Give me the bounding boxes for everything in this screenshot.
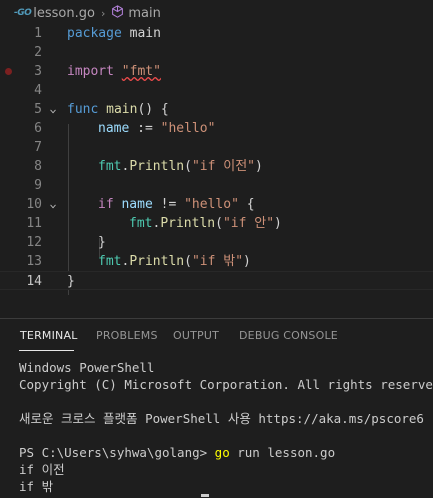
code-line: 11 fmt.Println("if 안") (0, 214, 433, 233)
code-token: () { (137, 102, 169, 117)
line-number: 9 (34, 178, 42, 193)
code-token: "if 밖" (191, 254, 244, 269)
code-line-current: 14 } (0, 271, 433, 290)
code-token: ) (243, 254, 251, 269)
function-cube-icon (111, 4, 124, 22)
code-token: name (98, 121, 130, 136)
code-line: 5 ⌄ func main() { (0, 100, 433, 119)
line-number: 1 (34, 26, 42, 41)
terminal-output[interactable]: Windows PowerShell Copyright (C) Microso… (19, 359, 433, 495)
line-number: 10 (26, 197, 42, 212)
code-token: ( (184, 254, 192, 269)
line-number: 11 (26, 216, 42, 231)
terminal-line: if 이전 (19, 462, 65, 477)
code-line: 13 fmt.Println("if 밖") (0, 252, 433, 271)
terminal-line: if 밖 (19, 479, 54, 494)
code-token: ( (215, 216, 223, 231)
terminal-command-args: run lesson.go (229, 445, 336, 460)
code-line: 6 name := "hello" (0, 119, 433, 138)
code-token: fmt (98, 254, 122, 269)
line-number: 6 (34, 121, 42, 136)
panel-tabs: TERMINAL PROBLEMS OUTPUT DEBUG CONSOLE (0, 319, 433, 353)
tab-terminal[interactable]: TERMINAL (20, 329, 78, 342)
code-token: import (67, 64, 114, 79)
code-token: ( (184, 159, 192, 174)
terminal-prompt-line: PS C:\Users\syhwa\golang> go run lesson.… (19, 444, 433, 461)
chevron-down-icon[interactable]: ⌄ (49, 100, 57, 119)
code-line: 1 package main (0, 24, 433, 43)
code-token: Println (160, 216, 216, 231)
code-token: := (129, 121, 161, 136)
terminal-prompt: PS C:\Users\syhwa\golang> (19, 445, 215, 460)
terminal-line: Windows PowerShell (19, 360, 155, 375)
code-token: "if 이전" (191, 159, 255, 174)
code-token: name (121, 197, 153, 212)
go-file-icon: -GO (14, 8, 32, 18)
code-line: 2 (0, 43, 433, 62)
code-token: "fmt" (121, 64, 161, 79)
terminal-line: 새로운 크로스 플랫폼 PowerShell 사용 https://aka.ms… (19, 411, 424, 426)
breadcrumb: -GO lesson.go › main (0, 0, 433, 26)
line-number: 8 (34, 159, 42, 174)
line-number: 2 (34, 45, 42, 60)
code-token: "if 안" (222, 216, 275, 231)
code-token: main (106, 102, 138, 117)
code-line: 8 fmt.Println("if 이전") (0, 157, 433, 176)
tab-debug-console[interactable]: DEBUG CONSOLE (239, 329, 338, 342)
code-token: } (67, 274, 75, 289)
code-token: Println (129, 159, 185, 174)
code-line: 10 ⌄ if name != "hello" { (0, 195, 433, 214)
code-token: fmt (98, 159, 122, 174)
terminal-line: Copyright (C) Microsoft Corporation. All… (19, 377, 433, 392)
code-line: 12 } (0, 233, 433, 252)
bottom-panel: TERMINAL PROBLEMS OUTPUT DEBUG CONSOLE W… (0, 318, 433, 498)
code-token: func (67, 102, 99, 117)
code-token: ) (255, 159, 263, 174)
code-token: ) (274, 216, 282, 231)
code-token: fmt (129, 216, 153, 231)
code-line: 4 (0, 81, 433, 100)
code-token: "hello" (160, 121, 216, 136)
code-token: } (98, 235, 106, 250)
breadcrumb-file[interactable]: lesson.go (33, 6, 95, 21)
code-token: Println (129, 254, 185, 269)
terminal-command: go (214, 445, 230, 460)
line-number: 5 (34, 102, 42, 117)
code-editor[interactable]: 1 package main 2 3 import "fmt" 4 5 ⌄ fu… (0, 24, 433, 296)
code-token: { (238, 197, 255, 212)
chevron-right-icon: › (100, 6, 106, 20)
code-line: 3 import "fmt" (0, 62, 433, 81)
code-token: != (152, 197, 185, 212)
active-tab-indicator (19, 350, 74, 351)
line-number: 3 (34, 64, 42, 79)
line-number: 13 (26, 254, 42, 269)
tab-problems[interactable]: PROBLEMS (96, 329, 158, 342)
line-number: 14 (26, 274, 42, 289)
line-number: 7 (34, 140, 42, 155)
code-line: 7 (0, 138, 433, 157)
code-token: if (98, 197, 114, 212)
code-token: "hello" (184, 197, 239, 212)
code-token: main (121, 26, 161, 41)
tab-output[interactable]: OUTPUT (173, 329, 219, 342)
code-line: 9 (0, 176, 433, 195)
chevron-down-icon[interactable]: ⌄ (49, 195, 57, 214)
code-token: package (67, 26, 122, 41)
line-number: 12 (26, 235, 42, 250)
breadcrumb-symbol[interactable]: main (128, 6, 160, 21)
line-number: 4 (34, 83, 42, 98)
